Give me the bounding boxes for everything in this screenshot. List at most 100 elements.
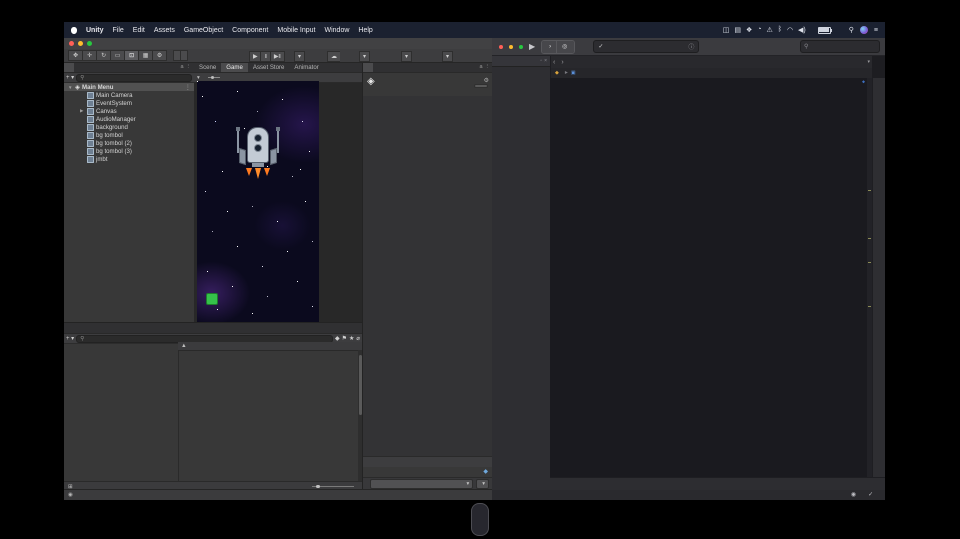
hidden-packages-count[interactable]: ⌀ xyxy=(356,336,360,342)
close-button[interactable] xyxy=(499,44,503,49)
tab-hierarchy[interactable] xyxy=(64,62,74,72)
menu-assets[interactable]: Assets xyxy=(154,27,175,34)
play-button[interactable]: ▶ xyxy=(249,51,261,62)
zoom-button[interactable] xyxy=(87,41,92,46)
status-icon-0[interactable]: ◫ xyxy=(723,26,730,34)
tab-animator[interactable]: Animator xyxy=(289,62,323,72)
menu-edit[interactable]: Edit xyxy=(133,27,145,34)
layout-dropdown[interactable]: ▾ xyxy=(442,51,453,62)
label-tag-icon[interactable]: ◆ xyxy=(483,468,488,475)
tool-button-3[interactable]: ▭ xyxy=(110,50,124,61)
collab-button[interactable]: ▾ xyxy=(294,51,305,62)
hierarchy-item[interactable]: jmbt xyxy=(64,156,194,164)
assetbundle-dropdown[interactable]: ▾ xyxy=(370,479,474,489)
space-button[interactable] xyxy=(180,50,188,61)
notification-center-icon[interactable]: ≡ xyxy=(874,27,878,34)
status-icon-6[interactable]: ◠ xyxy=(787,26,793,34)
account-dropdown[interactable]: ▾ xyxy=(359,51,370,62)
hierarchy-item[interactable]: bg tombol (2) xyxy=(64,140,194,148)
cloud-button[interactable]: ☁ xyxy=(327,51,340,62)
saved-search-icon[interactable]: ★ xyxy=(349,336,354,342)
spotlight-icon[interactable]: ⚲ xyxy=(849,26,854,34)
kebab-icon[interactable]: ⋮ xyxy=(185,84,191,91)
create-menu-button[interactable]: + ▾ xyxy=(66,336,74,342)
pause-button[interactable]: ‖ xyxy=(260,51,270,62)
thumbnail-size-slider[interactable] xyxy=(312,484,354,488)
menu-component[interactable]: Component xyxy=(232,27,268,34)
step-button[interactable]: ▶‖ xyxy=(269,51,285,62)
tool-button-1[interactable]: ✛ xyxy=(82,50,96,61)
zoom-button[interactable] xyxy=(519,44,523,49)
status-icon-4[interactable]: ⚠ xyxy=(766,26,772,34)
grid-scrollbar[interactable] xyxy=(358,350,362,482)
errors-button[interactable]: ◉ xyxy=(851,492,858,498)
asset-labels-header[interactable] xyxy=(363,456,493,467)
hierarchy-search-input[interactable]: ⚲ xyxy=(76,73,192,82)
minimize-button[interactable] xyxy=(78,41,83,46)
resolution-dropdown[interactable]: ▾ xyxy=(197,75,200,81)
run-button[interactable]: ▶ xyxy=(529,42,535,51)
menu-file[interactable]: File xyxy=(113,27,124,34)
hierarchy-item[interactable]: bg tombol xyxy=(64,132,194,140)
hierarchy-item[interactable]: Main Camera xyxy=(64,91,194,99)
gear-icon[interactable]: ⚙ xyxy=(484,77,489,84)
tool-button-6[interactable]: ⚙ xyxy=(152,50,167,61)
tool-button-5[interactable]: ▦ xyxy=(138,50,152,61)
tool-button-0[interactable]: ✥ xyxy=(68,50,82,61)
tab-scene[interactable]: Scene xyxy=(194,62,221,72)
tasks-button[interactable]: ✓ xyxy=(868,492,875,498)
hierarchy-item-root[interactable]: ▼ ◈ Main Menu ⋮ xyxy=(64,83,194,92)
nav-forward-icon[interactable]: › xyxy=(558,56,566,68)
attach-to-unity-button[interactable]: ◎ xyxy=(556,40,575,53)
status-icon-7[interactable]: ◀) xyxy=(798,26,806,34)
collapse-icon[interactable]: ▲ xyxy=(181,343,187,349)
kebab-icon[interactable]: ⋮ xyxy=(485,64,491,70)
expand-arrow[interactable]: ▼ xyxy=(68,85,73,90)
hierarchy-item[interactable]: bg tombol (3) xyxy=(64,148,194,156)
hierarchy-item[interactable]: background xyxy=(64,123,194,132)
menu-help[interactable]: Help xyxy=(358,27,372,34)
tab-overflow-icon[interactable]: ▾ xyxy=(865,56,872,68)
menu-window[interactable]: Window xyxy=(325,27,350,34)
siri-icon[interactable] xyxy=(859,26,868,34)
menu-gameobject[interactable]: GameObject xyxy=(184,27,223,34)
kebab-icon[interactable]: ⋮ xyxy=(186,64,192,70)
tool-button-2[interactable]: ↻ xyxy=(96,50,110,61)
tab-inspector[interactable] xyxy=(363,62,373,72)
hierarchy-item[interactable]: AudioManager xyxy=(64,115,194,123)
close-icon[interactable]: × xyxy=(544,58,547,64)
apple-icon[interactable] xyxy=(71,26,77,34)
status-icon-3[interactable]: ◔ xyxy=(757,26,761,34)
assetbundle-variant-dropdown[interactable]: ▾ xyxy=(476,479,489,489)
expand-arrow[interactable]: ▶ xyxy=(80,108,85,114)
menu-mobile-input[interactable]: Mobile Input xyxy=(277,27,315,34)
lock-icon[interactable]: a xyxy=(180,64,183,70)
hierarchy-item[interactable]: ▶ Canvas xyxy=(64,107,194,115)
nav-back-icon[interactable]: ‹ xyxy=(550,56,558,68)
tab-asset-store[interactable]: Asset Store xyxy=(248,62,290,72)
layers-dropdown[interactable]: ▾ xyxy=(401,51,412,62)
pivot-button[interactable] xyxy=(173,50,180,61)
info-icon[interactable]: ⓘ xyxy=(688,42,694,51)
create-menu-button[interactable]: + ▾ xyxy=(66,75,74,81)
open-button[interactable] xyxy=(474,84,488,88)
status-icon-1[interactable]: ▤ xyxy=(734,26,741,34)
search-by-label-icon[interactable]: ⚑ xyxy=(342,336,347,342)
configuration-dropdown[interactable]: › xyxy=(542,40,557,53)
menu-unity[interactable]: Unity xyxy=(86,27,104,34)
pin-icon[interactable]: ▫ xyxy=(540,58,542,64)
music-menu-button[interactable] xyxy=(204,292,220,306)
search-by-type-icon[interactable]: ◆ xyxy=(335,336,340,342)
close-button[interactable] xyxy=(69,41,74,46)
status-icon-5[interactable]: ᛒ xyxy=(778,26,782,34)
vs-search-box[interactable]: ⚲ xyxy=(800,40,880,53)
code-editor[interactable]: ◆ xyxy=(550,78,872,478)
hierarchy-item[interactable]: EventSystem xyxy=(64,99,194,107)
status-icon-2[interactable]: ❖ xyxy=(746,26,752,34)
tab-game[interactable]: Game xyxy=(221,62,248,72)
tool-button-4[interactable]: ⊡ xyxy=(124,50,138,61)
scale-slider[interactable] xyxy=(207,75,220,79)
lock-icon[interactable]: a xyxy=(479,64,482,70)
minimize-button[interactable] xyxy=(509,44,513,49)
vs-search-input[interactable] xyxy=(810,42,876,51)
